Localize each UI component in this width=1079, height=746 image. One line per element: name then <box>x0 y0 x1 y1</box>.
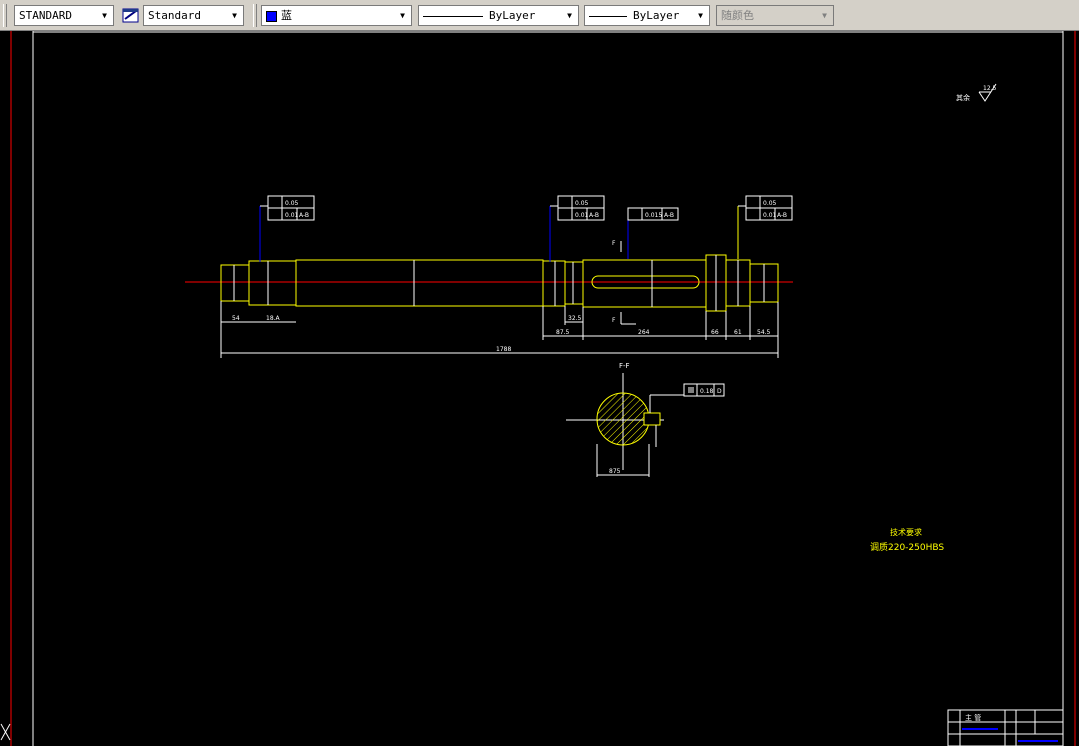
dimension-texts: 1788 54 18.A 32.5 87.5 264 66 61 54.5 <box>232 315 771 353</box>
dim-264: 264 <box>638 329 650 336</box>
plot-style-value: 随颜色 <box>721 9 754 22</box>
title-block-label: 主 管 <box>965 713 981 722</box>
svg-text:A-B: A-B <box>664 212 674 219</box>
tech-req-title: 技术要求 <box>890 527 922 537</box>
tolerance-frame-3: 0.015 A-B <box>627 207 679 259</box>
svg-text:A-B: A-B <box>589 212 599 219</box>
svg-text:0.05: 0.05 <box>763 200 777 207</box>
svg-text:0.05: 0.05 <box>575 200 589 207</box>
section-view: F-F 0.18 D 875 <box>566 362 725 477</box>
color-value: 蓝 <box>281 9 292 22</box>
tech-req-text: 调质220-250HBS <box>870 541 944 553</box>
linetype-value: ByLayer <box>489 9 536 22</box>
tolerance-frame-4: 0.05 0.01 A-B <box>737 195 793 259</box>
dim-54: 54 <box>232 315 240 322</box>
text-style-value: STANDARD <box>19 9 72 22</box>
tolerance-frame-2: 0.05 0.01 A-B <box>549 195 605 262</box>
section-mark-bottom: F <box>612 317 616 324</box>
chevron-down-icon[interactable]: ▼ <box>396 8 409 23</box>
svg-text:0.01: 0.01 <box>763 212 777 219</box>
linetype-dropdown[interactable]: ByLayer ▼ <box>418 5 579 26</box>
chevron-down-icon[interactable]: ▼ <box>228 8 241 23</box>
section-dim: 875 <box>609 468 621 475</box>
svg-text:A-B: A-B <box>777 212 787 219</box>
svg-text:0.18: 0.18 <box>700 388 714 395</box>
lineweight-value: ByLayer <box>633 9 680 22</box>
title-block: 主 管 <box>947 709 1064 746</box>
svg-text:0.01: 0.01 <box>285 212 299 219</box>
svg-text:A-B: A-B <box>299 212 309 219</box>
roughness-value: 12.5 <box>983 85 997 92</box>
dim-875: 87.5 <box>556 329 570 336</box>
svg-text:0.01: 0.01 <box>575 212 589 219</box>
ucs-icon <box>0 723 11 741</box>
roughness-label: 其余 <box>956 93 970 102</box>
section-mark-top: F <box>612 240 616 247</box>
tolerance-frame-1: 0.05 0.01 A-B <box>259 195 315 262</box>
dim-61: 61 <box>734 329 742 336</box>
plot-style-dropdown: 随颜色 ▼ <box>716 5 834 26</box>
toolbar-grip[interactable] <box>3 4 7 27</box>
dim-style-dropdown[interactable]: Standard ▼ <box>143 5 244 26</box>
chevron-down-icon: ▼ <box>822 11 827 20</box>
svg-text:0.05: 0.05 <box>285 200 299 207</box>
roughness-symbol: 其余 12.5 <box>956 83 997 102</box>
toolbar-grip[interactable] <box>253 4 257 27</box>
dim-total: 1788 <box>496 346 511 353</box>
properties-toolbar: STANDARD ▼ Standard ▼ 蓝 ▼ ByLayer ▼ ByLa… <box>0 0 1079 31</box>
lineweight-dropdown[interactable]: ByLayer ▼ <box>584 5 710 26</box>
dim-545: 54.5 <box>757 329 771 336</box>
dim-180: 18.A <box>266 315 281 322</box>
svg-text:D: D <box>717 388 722 395</box>
shaft-outline <box>220 254 779 312</box>
drawing-canvas[interactable]: 其余 12.5 1788 54 18.A 32.5 87.5 264 66 61… <box>0 31 1079 746</box>
color-dropdown[interactable]: 蓝 ▼ <box>261 5 412 26</box>
shaft-inner-lines <box>233 255 765 311</box>
dimension-style-icon[interactable] <box>122 6 140 24</box>
dim-325: 32.5 <box>568 315 582 322</box>
dim-style-value: Standard <box>148 9 201 22</box>
tech-requirements: 技术要求 调质220-250HBS <box>870 527 944 553</box>
linetype-sample <box>423 15 483 17</box>
section-label: F-F <box>619 362 630 370</box>
color-swatch-icon <box>266 10 277 22</box>
dim-66: 66 <box>711 329 719 336</box>
chevron-down-icon[interactable]: ▼ <box>563 8 576 23</box>
lineweight-sample <box>589 15 627 17</box>
chevron-down-icon[interactable]: ▼ <box>98 8 111 23</box>
chevron-down-icon[interactable]: ▼ <box>694 8 707 23</box>
svg-text:0.015: 0.015 <box>645 212 662 219</box>
text-style-dropdown[interactable]: STANDARD ▼ <box>14 5 114 26</box>
